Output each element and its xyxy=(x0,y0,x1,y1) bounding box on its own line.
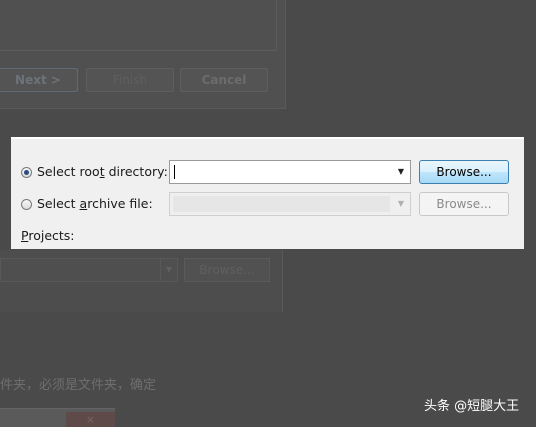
projects-label: Projects: xyxy=(21,228,75,243)
browse-root-directory-button[interactable]: Browse... xyxy=(419,160,509,184)
background-dialog-fragment: ▼ Browse... xyxy=(0,250,283,312)
select-archive-file-radio[interactable] xyxy=(21,199,32,210)
background-browse-button: Browse... xyxy=(184,258,270,282)
background-content-area xyxy=(0,0,277,51)
select-root-directory-label[interactable]: Select root directory: xyxy=(37,163,168,181)
chevron-down-icon[interactable]: ▼ xyxy=(392,193,410,215)
background-combo: ▼ xyxy=(0,258,178,282)
chevron-down-icon[interactable]: ▼ xyxy=(392,161,410,183)
import-projects-panel: Select root directory: ▼ Browse... Selec… xyxy=(11,137,524,249)
root-directory-row: Select root directory: ▼ Browse... xyxy=(11,160,524,184)
select-archive-file-label[interactable]: Select archive file: xyxy=(37,195,153,213)
browse-archive-file-button[interactable]: Browse... xyxy=(419,192,509,216)
watermark: 头条 @短腿大王 xyxy=(424,399,520,414)
archive-file-combo[interactable]: ▼ xyxy=(169,192,411,216)
text-cursor xyxy=(174,165,175,179)
background-caption-text: 件夹，必须是文件夹，确定 xyxy=(0,378,157,393)
background-chevron-down-icon: ▼ xyxy=(160,259,177,281)
background-next-button: Next > xyxy=(0,68,78,92)
screen: Next > Finish Cancel ▼ Browse... 件夹，必须是文… xyxy=(0,0,536,427)
archive-file-row: Select archive file: ▼ Browse... xyxy=(11,192,524,216)
root-directory-combo[interactable]: ▼ xyxy=(169,160,411,184)
background-finish-button: Finish xyxy=(86,68,174,92)
background-cancel-button: Cancel xyxy=(180,68,268,92)
background-close-icon: × xyxy=(66,412,115,427)
root-directory-input[interactable] xyxy=(173,164,390,180)
background-wizard-window: Next > Finish Cancel xyxy=(0,0,286,109)
archive-file-input[interactable] xyxy=(173,196,390,212)
select-root-directory-radio[interactable] xyxy=(21,167,32,178)
